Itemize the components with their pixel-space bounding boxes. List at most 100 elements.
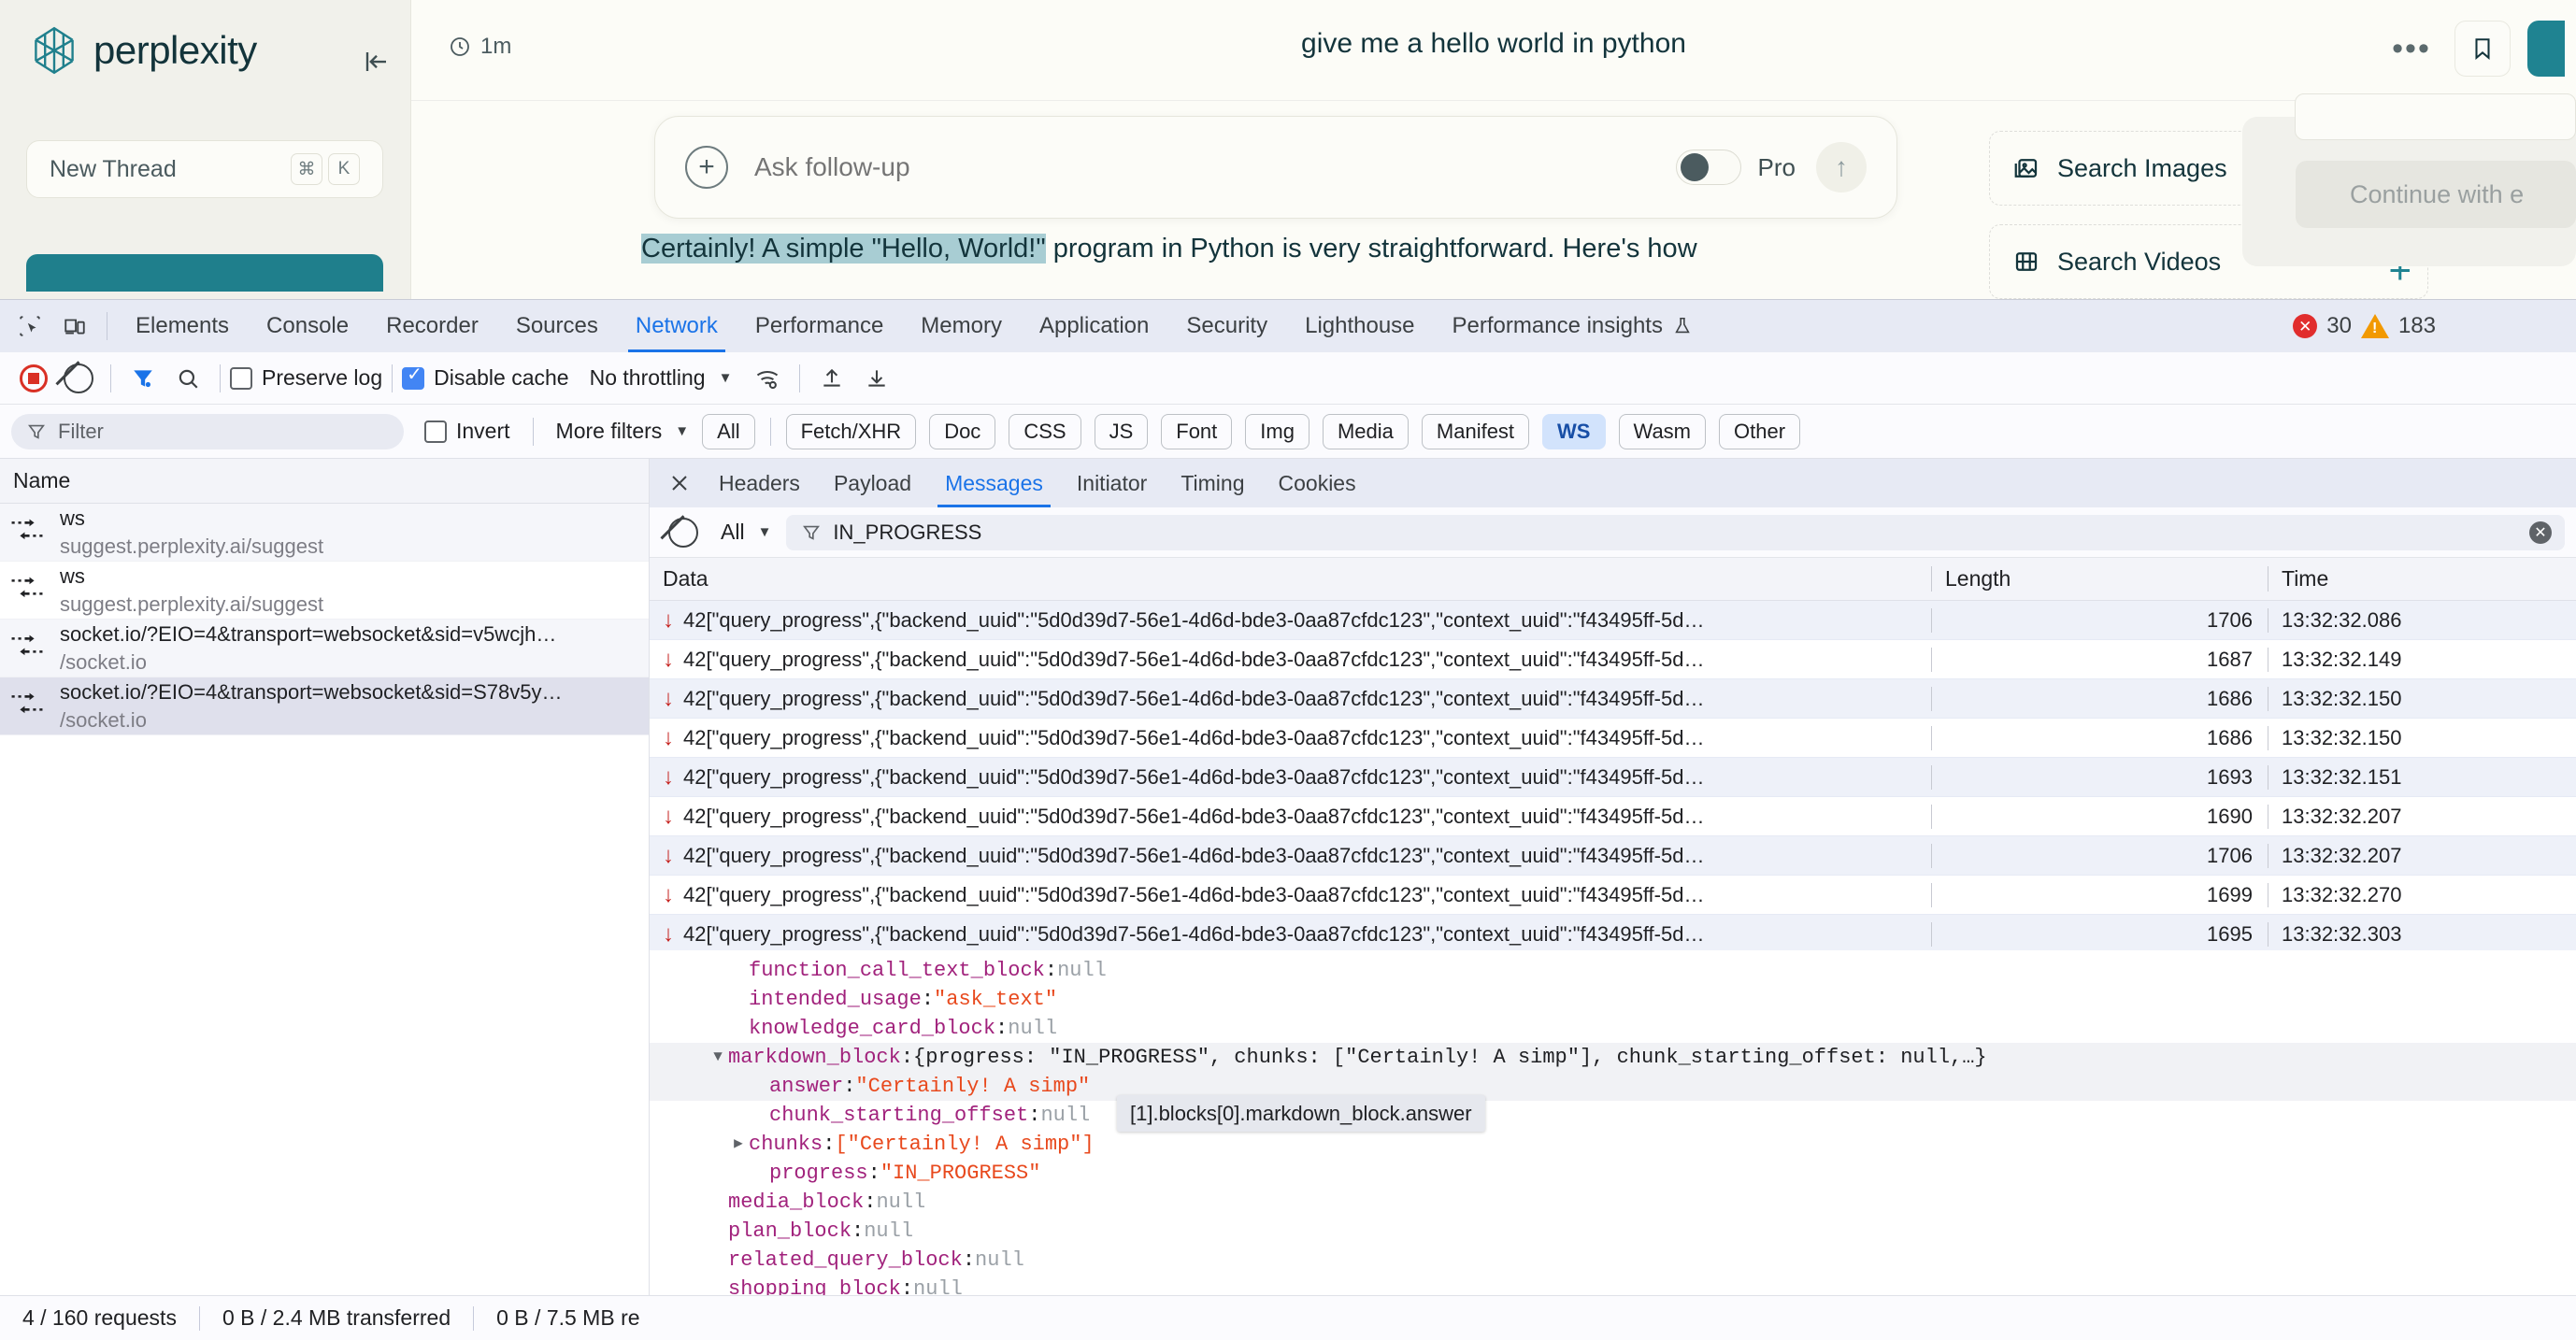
tab-security[interactable]: Security [1167, 300, 1286, 352]
clear-input-icon[interactable]: ✕ [2529, 520, 2552, 544]
export-har-icon[interactable] [854, 356, 899, 401]
search-icon[interactable] [165, 356, 210, 401]
tab-network[interactable]: Network [617, 300, 737, 352]
table-row[interactable]: ws suggest.perplexity.ai/suggest [0, 504, 649, 562]
type-chip-all[interactable]: All [702, 413, 755, 449]
message-type-select[interactable]: All ▼ [721, 520, 771, 545]
tab-sources[interactable]: Sources [497, 300, 617, 352]
type-chip-media[interactable]: Media [1322, 413, 1409, 449]
tab-headers[interactable]: Headers [702, 459, 817, 507]
search-input[interactable] [754, 152, 1676, 182]
tab-console[interactable]: Console [248, 300, 367, 352]
table-row[interactable]: ↓ 42["query_progress",{"backend_uuid":"5d… [650, 836, 2576, 876]
json-toggle[interactable]: ▼ [708, 1043, 728, 1072]
type-chip-doc[interactable]: Doc [929, 413, 996, 449]
table-row[interactable]: ↓ 42["query_progress",{"backend_uuid":"5d… [650, 797, 2576, 836]
table-row[interactable]: ↓ 42["query_progress",{"backend_uuid":"5d… [650, 719, 2576, 758]
json-row[interactable]: related_query_block: null [650, 1246, 2576, 1275]
network-body: Name ws suggest.perplexity.ai/suggest ws… [0, 459, 2576, 1295]
request-list-header[interactable]: Name [0, 459, 649, 504]
disable-cache-checkbox[interactable]: Disable cache [402, 365, 569, 391]
image-icon [2014, 159, 2038, 178]
type-chip-wasm[interactable]: Wasm [1618, 413, 1707, 449]
kbd-modifier: ⌘ [291, 153, 322, 185]
tab-timing[interactable]: Timing [1164, 459, 1261, 507]
json-row[interactable]: media_block: null [650, 1188, 2576, 1217]
more-options-icon[interactable]: ••• [2385, 22, 2438, 75]
json-row[interactable]: progress: "IN_PROGRESS" [650, 1159, 2576, 1188]
table-row[interactable]: ↓ 42["query_progress",{"backend_uuid":"5d… [650, 679, 2576, 719]
json-row[interactable]: answer: "Certainly! A simp" [650, 1072, 2576, 1101]
table-row[interactable]: ↓ 42["query_progress",{"backend_uuid":"5d… [650, 758, 2576, 797]
table-row[interactable]: ↓ 42["query_progress",{"backend_uuid":"5d… [650, 601, 2576, 640]
json-toggle[interactable]: ▶ [728, 1130, 749, 1159]
tab-performance[interactable]: Performance [737, 300, 902, 352]
json-row[interactable]: ▶ chunks: ["Certainly! A simp"] [650, 1130, 2576, 1159]
tab-recorder[interactable]: Recorder [367, 300, 497, 352]
throttling-select[interactable]: No throttling ▼ [590, 365, 733, 391]
tab-performance-insights[interactable]: Performance insights [1434, 300, 1711, 352]
record-stop-icon[interactable] [11, 356, 56, 401]
tab-initiator[interactable]: Initiator [1060, 459, 1164, 507]
tab-application[interactable]: Application [1021, 300, 1167, 352]
filter-icon[interactable] [121, 356, 165, 401]
type-chip-js[interactable]: JS [1094, 413, 1149, 449]
tab-payload[interactable]: Payload [817, 459, 928, 507]
filter-input[interactable]: Filter [11, 413, 404, 449]
message-length: 1687 [1931, 647, 2268, 672]
json-row[interactable]: intended_usage: "ask_text" [650, 985, 2576, 1014]
type-chip-css[interactable]: CSS [1009, 413, 1081, 449]
clear-messages-icon[interactable] [661, 510, 706, 555]
message-length: 1693 [1931, 764, 2268, 790]
json-row[interactable]: knowledge_card_block: null [650, 1014, 2576, 1043]
perplexity-logo[interactable]: perplexity [28, 24, 257, 77]
share-button[interactable] [2527, 21, 2565, 77]
arrow-up-icon[interactable]: ↑ [1816, 142, 1867, 192]
type-chip-fetch-xhr[interactable]: Fetch/XHR [785, 413, 917, 449]
tab-cookies[interactable]: Cookies [1262, 459, 1373, 507]
table-row[interactable]: socket.io/?EIO=4&transport=websocket&sid… [0, 620, 649, 677]
tab-lighthouse[interactable]: Lighthouse [1286, 300, 1433, 352]
continue-with-email-button[interactable]: Continue with e [2296, 161, 2576, 228]
close-icon[interactable] [657, 461, 702, 506]
type-chip-ws[interactable]: WS [1542, 413, 1606, 449]
table-row[interactable]: ↓ 42["query_progress",{"backend_uuid":"5d… [650, 640, 2576, 679]
messages-search-input[interactable]: IN_PROGRESS ✕ [786, 514, 2565, 550]
type-chip-font[interactable]: Font [1161, 413, 1233, 449]
table-row[interactable]: socket.io/?EIO=4&transport=websocket&sid… [0, 677, 649, 735]
json-row[interactable]: chunk_starting_offset: null [650, 1101, 2576, 1130]
email-field[interactable] [2295, 93, 2576, 140]
device-toolbar-icon[interactable] [52, 304, 97, 349]
pro-toggle[interactable] [1675, 150, 1741, 185]
preserve-log-checkbox[interactable]: Preserve log [230, 365, 382, 391]
json-row[interactable]: plan_block: null [650, 1217, 2576, 1246]
type-chip-manifest[interactable]: Manifest [1421, 413, 1530, 449]
table-row[interactable]: ↓ 42["query_progress",{"backend_uuid":"5d… [650, 915, 2576, 950]
invert-checkbox[interactable]: Invert [424, 419, 510, 444]
network-conditions-icon[interactable] [745, 356, 790, 401]
issues-counters[interactable]: ✕ 30 ! 183 [2293, 300, 2436, 352]
table-row[interactable]: ws suggest.perplexity.ai/suggest [0, 562, 649, 620]
more-filters-select[interactable]: More filters ▼ [556, 419, 690, 444]
table-row[interactable]: ↓ 42["query_progress",{"backend_uuid":"5d… [650, 876, 2576, 915]
new-thread-button[interactable]: New Thread ⌘ K [26, 140, 383, 198]
tab-elements[interactable]: Elements [117, 300, 248, 352]
column-time[interactable]: Time [2268, 566, 2576, 592]
type-chip-img[interactable]: Img [1245, 413, 1309, 449]
column-length[interactable]: Length [1931, 566, 2268, 592]
collapse-sidebar-icon[interactable] [360, 45, 394, 78]
inspect-element-icon[interactable] [7, 304, 52, 349]
column-data[interactable]: Data [650, 566, 1931, 592]
clear-network-icon[interactable] [56, 356, 101, 401]
type-chip-other[interactable]: Other [1719, 413, 1801, 449]
json-sep: : [1028, 1104, 1041, 1127]
json-row[interactable]: shopping_block: null [650, 1275, 2576, 1295]
bookmark-icon[interactable] [2454, 21, 2511, 77]
tab-memory[interactable]: Memory [902, 300, 1021, 352]
import-har-icon[interactable] [809, 356, 854, 401]
tab-messages[interactable]: Messages [928, 459, 1060, 507]
plus-circle-icon[interactable]: + [685, 146, 728, 189]
json-row[interactable]: function_call_text_block: null [650, 956, 2576, 985]
message-length: 1695 [1931, 921, 2268, 947]
json-row[interactable]: ▼ markdown_block: {progress: "IN_PROGRES… [650, 1043, 2576, 1072]
